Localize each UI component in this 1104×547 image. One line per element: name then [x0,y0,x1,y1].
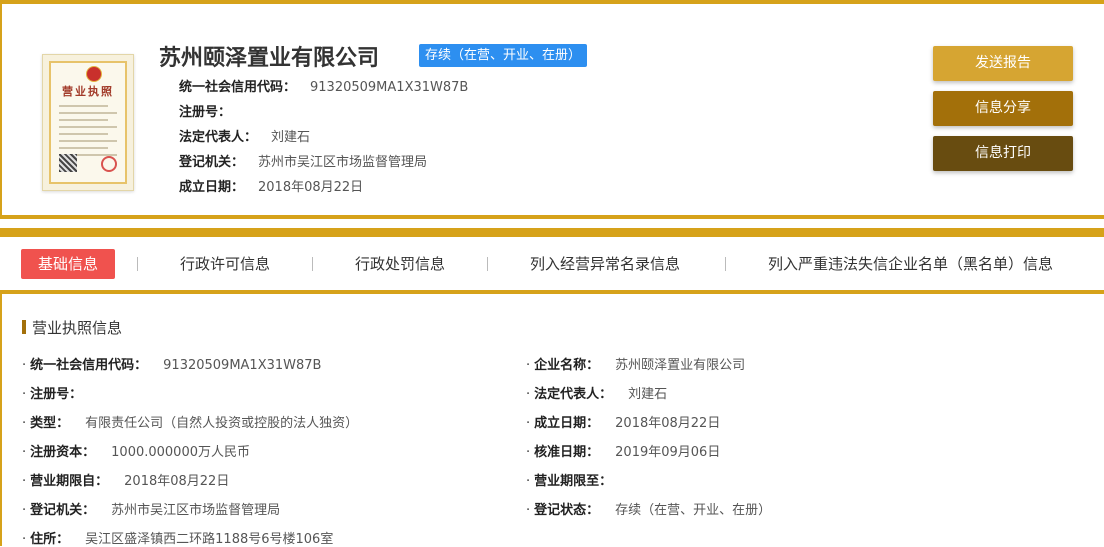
tab-blacklist[interactable]: 列入严重违法失信企业名单（黑名单）信息 [768,249,1053,279]
field-legal-representative: · 法定代表人： 刘建石 [526,387,668,402]
field-label: 住所： [30,532,70,547]
info-label: 统一社会信用代码： [179,80,297,95]
field-company-type: · 类型： 有限责任公司（自然人投资或控股的法人独资） [22,416,359,431]
section-title-text: 营业执照信息 [32,319,123,337]
header-info-credit-code: 统一社会信用代码： 91320509MA1X31W87B [179,76,468,95]
field-term-to: · 营业期限至： [526,474,613,489]
info-value: 刘建石 [271,130,311,145]
field-approval-date: · 核准日期： 2019年09月06日 [526,445,721,460]
field-label: 营业期限至： [534,474,613,489]
field-label: 类型： [30,416,70,431]
tab-admin-penalty[interactable]: 行政处罚信息 [355,249,445,279]
business-license-thumbnail[interactable]: 营业执照 [42,54,134,191]
info-label: 注册号： [179,105,232,120]
info-value: 苏州市吴江区市场监督管理局 [258,155,428,170]
info-label: 成立日期： [179,180,245,195]
field-value: 1000.000000万人民币 [111,445,250,460]
header-info-established: 成立日期： 2018年08月22日 [179,176,363,195]
field-label: 注册资本： [30,445,96,460]
field-label: 企业名称： [534,358,600,373]
field-value: 刘建石 [628,387,668,402]
section-marker [22,320,26,334]
info-value: 2018年08月22日 [258,180,364,195]
send-report-button[interactable]: 发送报告 [933,46,1073,81]
field-value: 2018年08月22日 [124,474,230,489]
license-image-title: 营业执照 [62,85,114,98]
national-emblem-icon [86,66,102,82]
field-reg-number: · 注册号： [22,387,83,402]
field-label: 统一社会信用代码： [30,358,148,373]
status-badge: 存续（在营、开业、在册） [419,44,588,67]
field-label: 营业期限自： [30,474,109,489]
field-label: 登记机关： [30,503,96,518]
tab-divider [725,257,726,271]
field-term-from: · 营业期限自： 2018年08月22日 [22,474,230,489]
tab-divider [137,257,138,271]
field-label: 核准日期： [534,445,600,460]
tab-divider [487,257,488,271]
field-registered-capital: · 注册资本： 1000.000000万人民币 [22,445,250,460]
license-text-lines [59,105,117,161]
company-header-card: 营业执照 苏州颐泽置业有限公司 存续（在营、开业、在册） 统一社会信用代码： 91… [0,0,1104,219]
field-registration-authority: · 登记机关： 苏州市吴江区市场监督管理局 [22,503,281,518]
field-value: 2018年08月22日 [615,416,721,431]
field-value: 苏州市吴江区市场监督管理局 [111,503,281,518]
field-label: 注册号： [30,387,83,402]
share-info-button[interactable]: 信息分享 [933,91,1073,126]
qr-code-icon [59,154,77,172]
info-value: 91320509MA1X31W87B [310,80,469,95]
tab-admin-license[interactable]: 行政许可信息 [180,249,270,279]
company-name: 苏州颐泽置业有限公司 [159,46,380,71]
field-company-name: · 企业名称： 苏州颐泽置业有限公司 [526,358,746,373]
tab-divider [312,257,313,271]
field-value: 91320509MA1X31W87B [163,358,322,373]
info-tabs: 基础信息 行政许可信息 行政处罚信息 列入经营异常名录信息 列入严重违法失信企业… [0,228,1104,294]
tab-abnormal-operation[interactable]: 列入经营异常名录信息 [530,249,680,279]
license-frame: 营业执照 [49,61,127,184]
field-value: 有限责任公司（自然人投资或控股的法人独资） [85,416,359,431]
header-info-authority: 登记机关： 苏州市吴江区市场监督管理局 [179,151,427,170]
field-label: 登记状态： [534,503,600,518]
field-credit-code: · 统一社会信用代码： 91320509MA1X31W87B [22,358,322,373]
field-label: 成立日期： [534,416,600,431]
tab-basic-info[interactable]: 基础信息 [21,249,116,279]
official-seal-icon [101,156,117,172]
field-value: 2019年09月06日 [615,445,721,460]
field-established-date: · 成立日期： 2018年08月22日 [526,416,721,431]
field-value: 存续（在营、开业、在册） [615,503,772,518]
field-registration-status: · 登记状态： 存续（在营、开业、在册） [526,503,772,518]
header-info-reg-number: 注册号： [179,101,245,120]
info-label: 登记机关： [179,155,245,170]
header-info-legal-rep: 法定代表人： 刘建石 [179,126,310,145]
info-label: 法定代表人： [179,130,258,145]
section-title: 营业执照信息 [22,317,122,338]
field-value: 吴江区盛泽镇西二环路1188号6号楼106室 [85,532,334,547]
print-info-button[interactable]: 信息打印 [933,136,1073,171]
license-info-panel: 营业执照信息 · 统一社会信用代码： 91320509MA1X31W87B · 注册号… [0,294,1104,547]
field-value: 苏州颐泽置业有限公司 [615,358,746,373]
field-address: · 住所： 吴江区盛泽镇西二环路1188号6号楼106室 [22,532,334,547]
field-label: 法定代表人： [534,387,613,402]
